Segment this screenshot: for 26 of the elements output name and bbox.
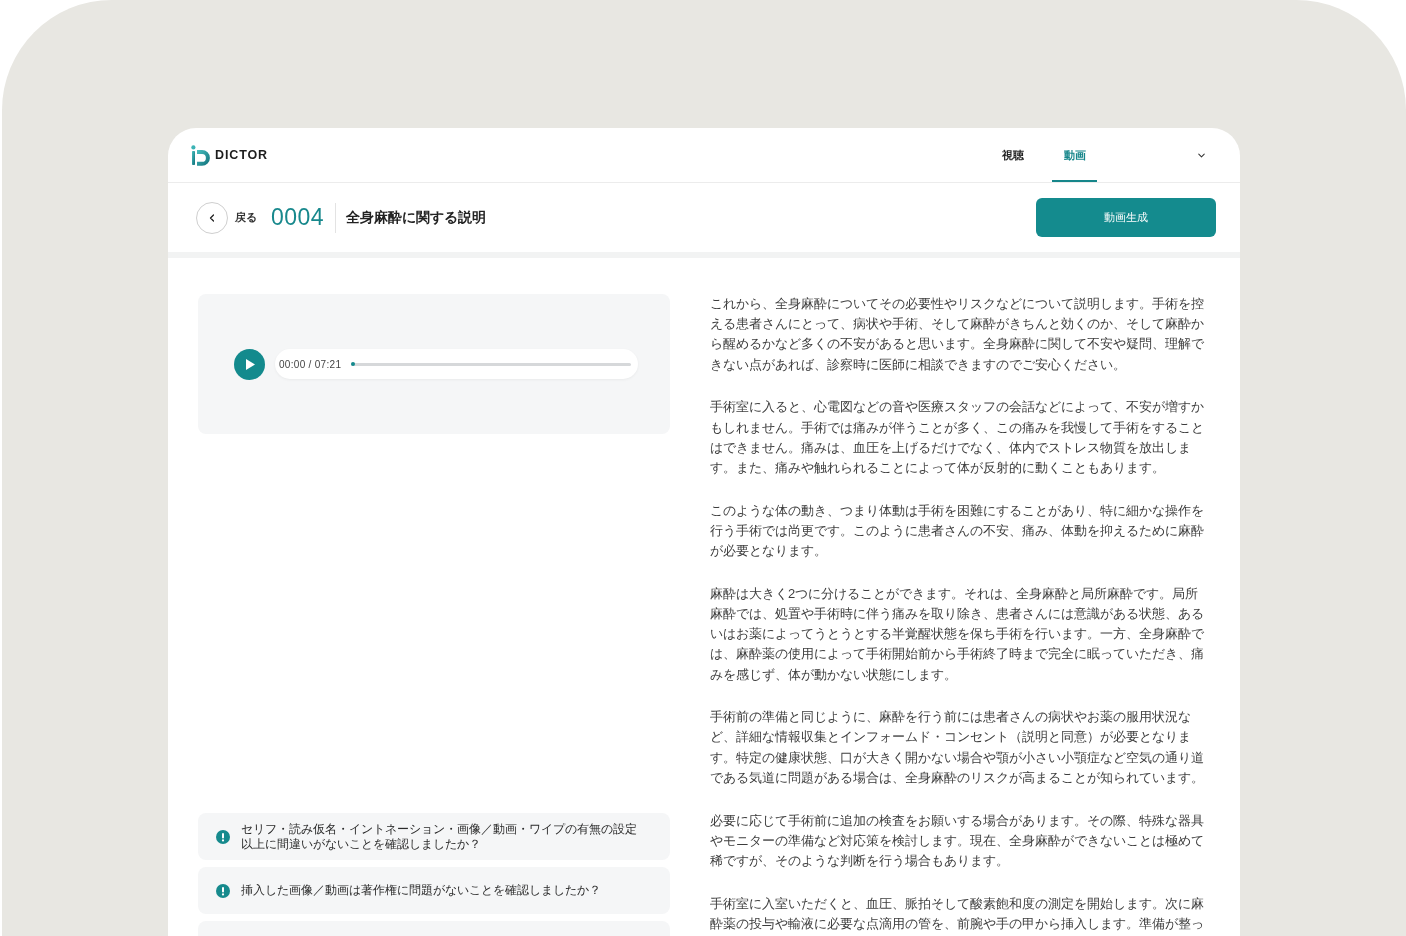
back-label[interactable]: 戻る <box>235 209 257 226</box>
progress-track[interactable] <box>351 362 631 366</box>
play-button[interactable] <box>234 348 265 380</box>
logo-icon <box>191 144 211 166</box>
nav-tab[interactable]: 動画 <box>1052 128 1097 182</box>
body-paragraph: 手術室に入室いただくと、血圧、脈拍そして酸素飽和度の測定を開始します。次に麻酔薬の投与や輸液に必要な点滴用の管を、前腕や手の甲から挿入します。準備が整っ <box>710 894 1205 933</box>
time-display: 00:00 / 07:21 <box>279 357 342 372</box>
body-paragraph: 手術前の準備と同じように、麻酔を行う前には患者さんの病状やお薬の服用状況など、詳細な情報収集とインフォームド・コンセント（説明と同意）が必要となります。特定の健康状態、口が大きく開かない場合や顎が小さい小顎症など空気の通り道である気道に問題がある場合は、全身麻酔のリスクが高まることが知られています。 <box>710 708 1205 787</box>
body-paragraph: これから、全身麻酔についてその必要性やリスクなどについて説明します。手術を控える患者さんにとって、病状や手術、そして麻酔がきちんと効くのか、そして麻酔から醒めるかなど多くの不安があると思います。全身麻酔に関して不安や疑問、理解できない点があれば、診察時に医師に相談できますのでご安心ください。 <box>710 295 1205 374</box>
play-icon <box>246 358 255 370</box>
generate-video-button[interactable]: 動画生成 <box>1036 198 1216 237</box>
checklist-item[interactable]: 挿入した画像／動画は著作権に問題がないことを確認しましたか？ <box>198 867 670 914</box>
page-title: 全身麻酔に関する説明 <box>346 208 486 227</box>
checklist-question: セリフ・読み仮名・イントネーション・画像／動画・ワイプの有無の設定 以上に間違いがないことを確認しましたか？ <box>241 821 637 852</box>
progress-thumb[interactable] <box>351 362 356 366</box>
logo-text: DICTOR <box>215 146 268 164</box>
body-paragraph: 手術室に入ると、心電図などの音や医療スタッフの会話などによって、不安が増すかもしれません。手術では痛みが伴うことが多く、この痛みを我慢して手術をすることはできません。痛みは、血圧を上げるだけでなく、体内でストレス物質を放出します。また、痛みや触れられることによって体が反射的に動くこともあります。 <box>710 398 1205 477</box>
body-paragraph: 必要に応じて手術前に追加の検査をお願いする場合があります。その際、特殊な器具やモニターの準備など対応策を検討します。現在、全身麻酔ができないことは極めて稀ですが、そのような判断を行う場合もあります。 <box>710 811 1205 870</box>
nav-tab[interactable]: 視聴 <box>990 128 1035 182</box>
exclamation-icon <box>216 829 230 844</box>
checklist-question: 挿入した画像／動画は著作権に問題がないことを確認しましたか？ <box>241 883 601 898</box>
body-paragraph: このような体の動き、つまり体動は手術を困難にすることがあり、特に細かな操作を行う手術では尚更です。このように患者さんの不安、痛み、体動を抑えるために麻酔が必要となります。 <box>710 501 1205 561</box>
exclamation-icon <box>216 883 230 898</box>
checklist-item[interactable]: セリフ・読み仮名・イントネーション・画像／動画・ワイプの有無の設定 以上に間違いがないことを確認しましたか？ <box>198 813 670 860</box>
body-paragraph: 麻酔は大きく2つに分けることができます。それは、全身麻酔と局所麻酔です。局所麻酔では、処置や手術時に伴う痛みを取り除き、患者さんには意識がある状態、あるいはお薬によってうとうとする半覚醒状態を保ち手術を行います。一方、全身麻酔では、麻酔薬の使用によって手術開始前から手術終了時まで完全に眠っていただき、痛みを感じず、体が動かない状態にします。 <box>710 584 1205 684</box>
item-number: 0004 <box>271 206 324 229</box>
